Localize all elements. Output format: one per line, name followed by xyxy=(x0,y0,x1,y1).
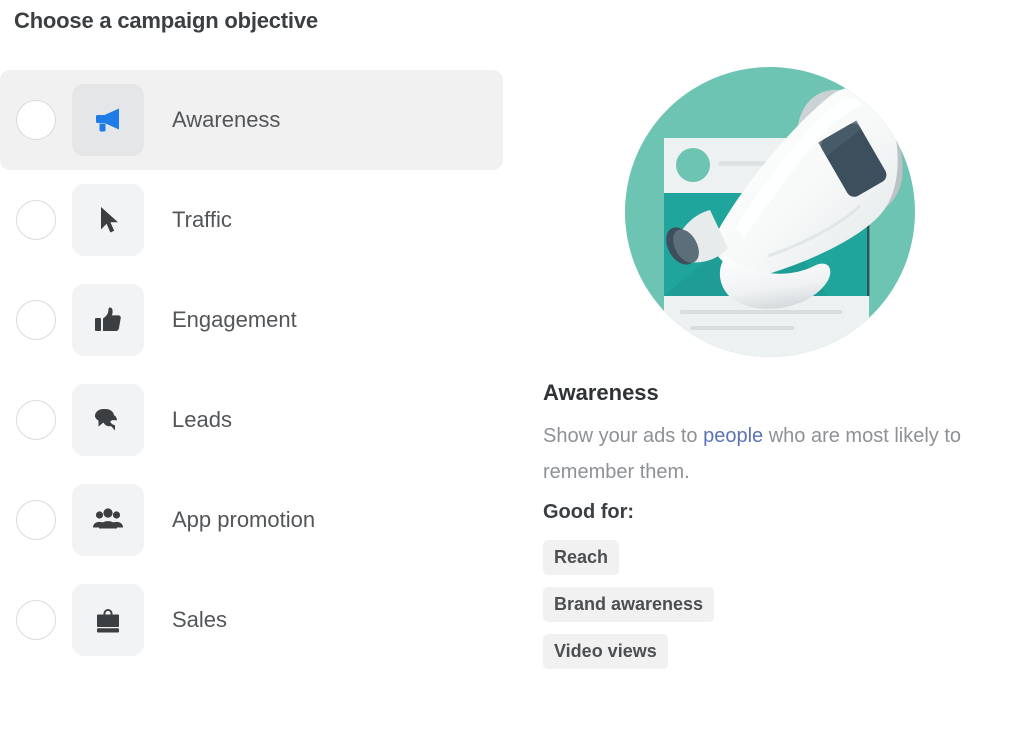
detail-description: Show your ads to people who are most lik… xyxy=(543,418,993,490)
icon-tile-engagement xyxy=(72,284,144,356)
thumbs-up-icon xyxy=(91,303,125,337)
people-link[interactable]: people xyxy=(703,425,763,447)
objective-row-leads[interactable]: Leads xyxy=(0,370,503,470)
radio-sales[interactable] xyxy=(16,600,56,640)
icon-tile-traffic xyxy=(72,184,144,256)
page-title: Choose a campaign objective xyxy=(14,8,318,33)
icon-tile-awareness xyxy=(72,84,144,156)
cursor-arrow-icon xyxy=(91,203,125,237)
good-for-chips: Reach Brand awareness Video views xyxy=(543,540,1013,669)
chip-brand-awareness: Brand awareness xyxy=(543,587,715,622)
objective-detail-panel: Awareness Show your ads to people who ar… xyxy=(543,60,1013,669)
radio-engagement[interactable] xyxy=(16,300,56,340)
megaphone-icon xyxy=(90,102,126,138)
detail-title: Awareness xyxy=(543,380,659,405)
radio-leads[interactable] xyxy=(16,400,56,440)
objective-label: Engagement xyxy=(172,307,297,332)
good-for-label: Good for: xyxy=(543,501,635,523)
icon-tile-leads xyxy=(72,384,144,456)
illustration-wrap xyxy=(543,60,1013,372)
radio-app-promotion[interactable] xyxy=(16,500,56,540)
chip-reach: Reach xyxy=(543,540,620,575)
shopping-bag-icon xyxy=(91,603,125,637)
objective-label: Leads xyxy=(172,407,232,432)
objective-label: Awareness xyxy=(172,107,281,132)
icon-tile-app-promotion xyxy=(72,484,144,556)
objective-label: App promotion xyxy=(172,507,316,532)
radio-traffic[interactable] xyxy=(16,200,56,240)
radio-awareness[interactable] xyxy=(16,100,56,140)
objective-row-awareness[interactable]: Awareness xyxy=(0,70,503,170)
objective-list: Awareness Traffic Engagement Leads App p… xyxy=(0,70,503,670)
campaign-objective-page: Choose a campaign objective Awareness Tr… xyxy=(0,0,1024,730)
people-group-icon xyxy=(90,502,126,538)
objective-row-app-promotion[interactable]: App promotion xyxy=(0,470,503,570)
objective-row-traffic[interactable]: Traffic xyxy=(0,170,503,270)
objective-row-engagement[interactable]: Engagement xyxy=(0,270,503,370)
megaphone-illustration xyxy=(618,60,938,365)
objective-row-sales[interactable]: Sales xyxy=(0,570,503,670)
icon-tile-sales xyxy=(72,584,144,656)
chat-bubbles-icon xyxy=(91,403,125,437)
detail-description-before: Show your ads to xyxy=(543,425,704,447)
chip-video-views: Video views xyxy=(543,634,668,669)
objective-label: Traffic xyxy=(172,207,232,232)
objective-label: Sales xyxy=(172,607,228,632)
